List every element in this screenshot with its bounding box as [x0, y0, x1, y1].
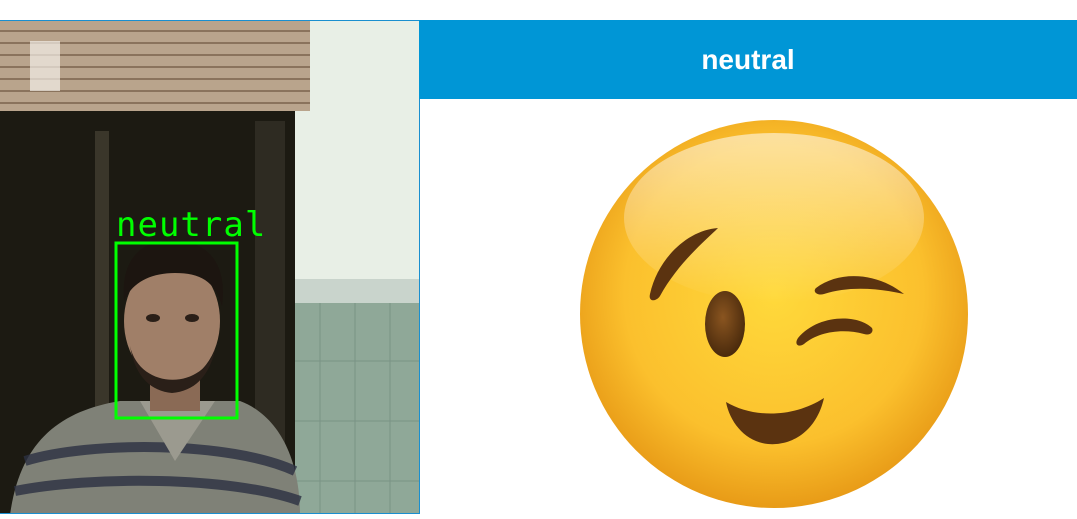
- webcam-feed: neutral: [0, 20, 420, 514]
- detection-label: neutral: [116, 205, 267, 245]
- webcam-frame: [0, 21, 419, 513]
- emotion-header: neutral: [419, 20, 1077, 99]
- emotion-title: neutral: [701, 43, 795, 75]
- winking-face-icon: [578, 118, 974, 514]
